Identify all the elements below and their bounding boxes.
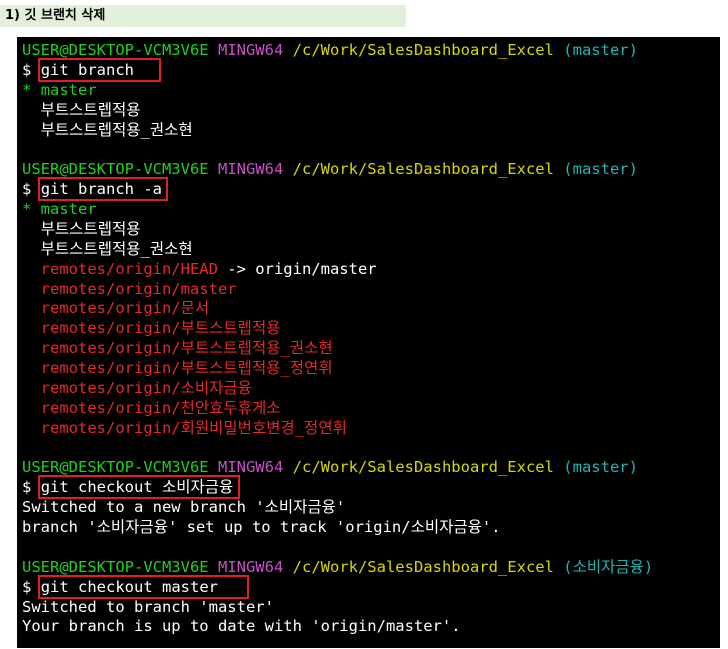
prompt-symbol: $	[22, 180, 32, 199]
section-heading: 1) 깃 브랜치 삭제	[0, 5, 406, 27]
remote-branch: remotes/origin/부트스트렙적용_정연휘	[22, 359, 333, 377]
prompt-user: USER@DESKTOP-VCM3V6E	[22, 160, 209, 179]
output-line: 부트스트렙적용_권소현	[22, 239, 193, 258]
remote-head-target: -> origin/master	[217, 259, 377, 278]
prompt-line: USER@DESKTOP-VCM3V6E MINGW64 /c/Work/Sal…	[22, 160, 720, 180]
prompt-branch: (소비자금융)	[563, 557, 654, 576]
prompt-symbol: $	[22, 577, 32, 596]
prompt-user: USER@DESKTOP-VCM3V6E	[22, 41, 209, 59]
remote-branch: remotes/origin/master	[22, 279, 237, 298]
prompt-env: MINGW64	[217, 557, 284, 576]
prompt-symbol: $	[22, 60, 32, 79]
output-line: * master	[22, 80, 97, 99]
highlighted-command: git branch	[37, 57, 162, 82]
output-line: Switched to branch 'master'	[22, 597, 274, 616]
highlighted-command: git checkout master	[37, 574, 250, 599]
remote-branch: remotes/origin/천안효두휴게소	[22, 398, 281, 417]
terminal-window[interactable]: USER@DESKTOP-VCM3V6E MINGW64 /c/Work/Sal…	[17, 37, 720, 648]
output-line: * master	[22, 200, 97, 218]
prompt-user: USER@DESKTOP-VCM3V6E	[22, 458, 209, 477]
command-line: $ git branch -a	[22, 177, 720, 202]
command-line: $ git branch	[22, 57, 720, 82]
output-line: 부트스트렙적용	[22, 100, 141, 119]
output-line: remotes/origin/HEAD -> origin/master	[22, 260, 720, 280]
command-line: $ git checkout master	[22, 574, 720, 599]
highlighted-command: git checkout 소비자금융	[37, 475, 241, 500]
prompt-env: MINGW64	[217, 160, 284, 179]
output-line: 부트스트렙적용	[22, 219, 141, 238]
prompt-path: /c/Work/SalesDashboard_Excel	[292, 41, 554, 59]
output-line: Switched to a new branch '소비자금융'	[22, 498, 346, 517]
remote-branch: remotes/origin/부트스트렙적용_권소현	[22, 339, 333, 358]
prompt-branch: (master)	[563, 458, 638, 477]
prompt-env: MINGW64	[217, 458, 284, 477]
remote-branch: remotes/origin/HEAD	[22, 259, 218, 278]
highlighted-command: git branch -a	[37, 177, 169, 202]
prompt-path: /c/Work/SalesDashboard_Excel	[292, 458, 554, 477]
remote-branch: remotes/origin/회원비밀번호변경_정연휘	[22, 418, 347, 437]
prompt-branch: (master)	[563, 160, 638, 179]
prompt-path: /c/Work/SalesDashboard_Excel	[292, 557, 554, 576]
remote-branch: remotes/origin/문서	[22, 299, 210, 318]
prompt-path: /c/Work/SalesDashboard_Excel	[292, 160, 554, 179]
remote-branch: remotes/origin/부트스트렙적용	[22, 319, 281, 338]
output-line: Your branch is up to date with 'origin/m…	[22, 617, 461, 636]
prompt-symbol: $	[22, 478, 32, 497]
prompt-env: MINGW64	[217, 41, 284, 59]
remote-branch: remotes/origin/소비자금융	[22, 378, 252, 397]
prompt-line: USER@DESKTOP-VCM3V6E MINGW64 /c/Work/Sal…	[22, 41, 720, 61]
prompt-line: USER@DESKTOP-VCM3V6E MINGW64 /c/Work/Sal…	[22, 458, 720, 478]
command-line: $ git checkout 소비자금융	[22, 475, 720, 500]
output-line: branch '소비자금융' set up to track 'origin/소…	[22, 518, 501, 536]
prompt-branch: (master)	[563, 41, 638, 59]
prompt-user: USER@DESKTOP-VCM3V6E	[22, 557, 209, 576]
output-line: 부트스트렙적용_권소현	[22, 120, 193, 139]
prompt-line: USER@DESKTOP-VCM3V6E MINGW64 /c/Work/Sal…	[22, 558, 720, 578]
